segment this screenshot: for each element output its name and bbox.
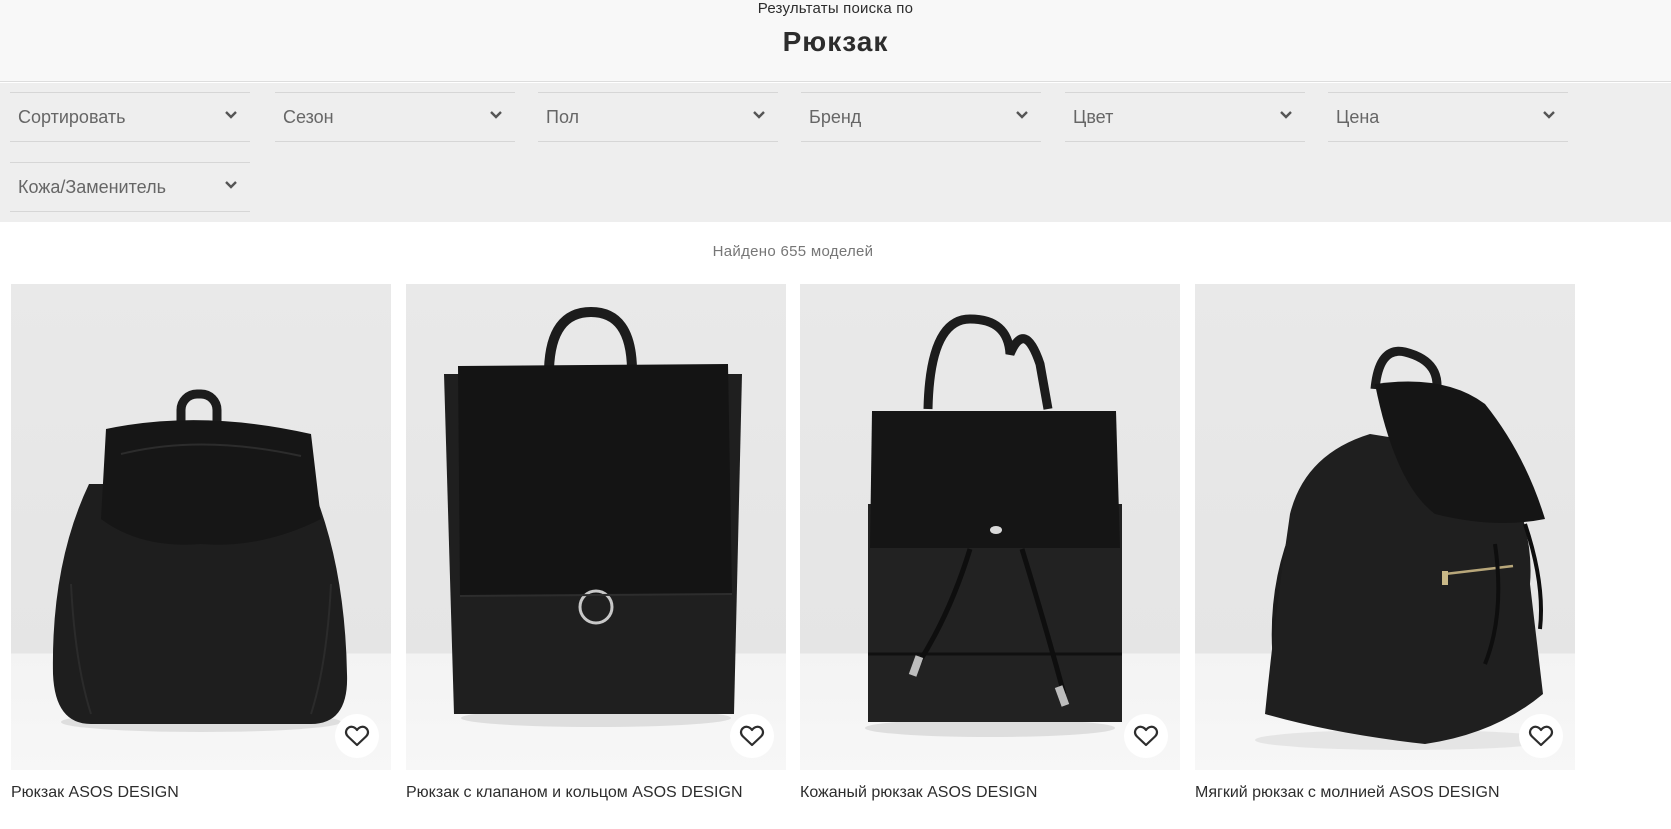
- filter-sort[interactable]: Сортировать: [10, 92, 250, 142]
- search-caption: Результаты поиска по: [757, 0, 914, 17]
- filter-label: Сезон: [283, 107, 334, 127]
- chevron-down-icon: [225, 111, 237, 119]
- chevron-down-icon: [1016, 111, 1028, 119]
- search-header: Результаты поиска по Рюкзак: [0, 0, 1671, 82]
- product-card[interactable]: Кожаный рюкзак ASOS DESIGN: [800, 284, 1180, 813]
- heart-icon: [739, 725, 765, 747]
- chevron-down-icon: [1543, 111, 1555, 119]
- product-card[interactable]: Рюкзак с клапаном и кольцом ASOS DESIGN: [406, 284, 786, 813]
- filter-label: Пол: [546, 107, 580, 127]
- product-title[interactable]: Рюкзак с клапаном и кольцом ASOS DESIGN: [406, 783, 786, 803]
- heart-icon: [1528, 725, 1554, 747]
- save-for-later-button[interactable]: [335, 714, 379, 758]
- backpack-image: [52, 389, 348, 732]
- product-title[interactable]: Кожаный рюкзак ASOS DESIGN: [800, 783, 1180, 803]
- filter-price[interactable]: Цена: [1328, 92, 1568, 142]
- heart-icon: [1133, 725, 1159, 747]
- filter-label: Сортировать: [18, 107, 126, 127]
- filter-season[interactable]: Сезон: [275, 92, 515, 142]
- product-title[interactable]: Мягкий рюкзак с молнией ASOS DESIGN: [1195, 783, 1575, 803]
- filter-gender[interactable]: Пол: [538, 92, 778, 142]
- filter-label: Цена: [1336, 107, 1380, 127]
- filter-bar: Сортировать Сезон Пол Бренд Цвет Цена Ко…: [0, 83, 1671, 222]
- chevron-down-icon: [225, 181, 237, 189]
- product-title[interactable]: Рюкзак ASOS DESIGN: [11, 783, 391, 803]
- product-image[interactable]: [1195, 284, 1575, 770]
- chevron-down-icon: [490, 111, 502, 119]
- product-image[interactable]: [800, 284, 1180, 770]
- filter-label: Цвет: [1073, 107, 1114, 127]
- filter-color[interactable]: Цвет: [1065, 92, 1305, 142]
- chevron-down-icon: [1280, 111, 1292, 119]
- backpack-image: [444, 306, 742, 727]
- filter-label: Бренд: [809, 107, 862, 127]
- backpack-image: [865, 314, 1122, 737]
- chevron-down-icon: [753, 111, 765, 119]
- product-image[interactable]: [406, 284, 786, 770]
- results-count: Найдено 655 моделей: [712, 243, 874, 260]
- filter-leather[interactable]: Кожа/Заменитель: [10, 162, 250, 212]
- save-for-later-button[interactable]: [1124, 714, 1168, 758]
- product-image[interactable]: [11, 284, 391, 770]
- search-term-title: Рюкзак: [782, 26, 889, 57]
- heart-icon: [344, 725, 370, 747]
- save-for-later-button[interactable]: [1519, 714, 1563, 758]
- backpack-image: [1255, 346, 1555, 750]
- product-card[interactable]: Рюкзак ASOS DESIGN: [11, 284, 391, 813]
- product-card[interactable]: Мягкий рюкзак с молнией ASOS DESIGN: [1195, 284, 1575, 813]
- filter-label: Кожа/Заменитель: [18, 177, 166, 197]
- filter-brand[interactable]: Бренд: [801, 92, 1041, 142]
- save-for-later-button[interactable]: [730, 714, 774, 758]
